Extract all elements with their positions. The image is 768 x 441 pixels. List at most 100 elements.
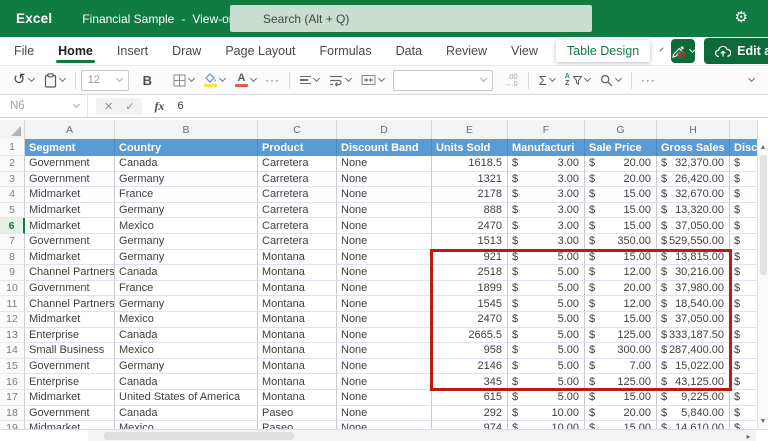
- cell[interactable]: None: [337, 218, 432, 234]
- cell[interactable]: $18,540.00: [657, 296, 730, 312]
- cell[interactable]: Enterprise: [25, 374, 115, 390]
- cell[interactable]: 1899: [432, 281, 508, 297]
- cell[interactable]: Midmarket: [25, 390, 115, 406]
- cell[interactable]: $15.00: [585, 218, 657, 234]
- cell[interactable]: None: [337, 296, 432, 312]
- cell[interactable]: $3.00: [508, 187, 585, 203]
- tab-table-design[interactable]: Table Design: [556, 40, 650, 62]
- cell[interactable]: $15.00: [585, 312, 657, 328]
- row-header-15[interactable]: 15: [0, 359, 25, 375]
- table-header-cell[interactable]: Product: [258, 139, 337, 156]
- cell[interactable]: $3.00: [508, 203, 585, 219]
- cell[interactable]: $15.00: [585, 187, 657, 203]
- cell[interactable]: $32,370.00: [657, 156, 730, 172]
- row-header-19[interactable]: 19: [0, 421, 25, 429]
- cell[interactable]: $5.00: [508, 390, 585, 406]
- cell[interactable]: $5.00: [508, 265, 585, 281]
- edit-a-copy-button[interactable]: Edit a copy: [704, 38, 768, 64]
- cell[interactable]: None: [337, 265, 432, 281]
- search-input[interactable]: [230, 5, 592, 32]
- column-header-B[interactable]: B: [115, 120, 258, 139]
- cell[interactable]: $: [730, 374, 758, 390]
- cell[interactable]: 2665.5: [432, 328, 508, 344]
- cell[interactable]: Carretera: [258, 203, 337, 219]
- column-header-C[interactable]: C: [258, 120, 337, 139]
- table-header-cell[interactable]: Segment: [25, 139, 115, 156]
- cell[interactable]: $: [730, 343, 758, 359]
- row-header-5[interactable]: 5: [0, 203, 25, 219]
- cell[interactable]: Carretera: [258, 172, 337, 188]
- cell[interactable]: Montana: [258, 343, 337, 359]
- cell[interactable]: Government: [25, 234, 115, 250]
- cell[interactable]: $: [730, 359, 758, 375]
- cell[interactable]: $5.00: [508, 359, 585, 375]
- cell[interactable]: None: [337, 328, 432, 344]
- cell[interactable]: 974: [432, 421, 508, 429]
- gear-icon[interactable]: ⚙: [735, 9, 748, 27]
- fx-icon[interactable]: fx: [154, 99, 164, 114]
- paste-button[interactable]: [39, 68, 70, 92]
- cell[interactable]: $37,980.00: [657, 281, 730, 297]
- cell[interactable]: $333,187.50: [657, 328, 730, 344]
- horizontal-scrollbar-track[interactable]: [88, 430, 756, 441]
- cell[interactable]: Montana: [258, 250, 337, 266]
- table-header-cell[interactable]: Country: [115, 139, 258, 156]
- cell[interactable]: Paseo: [258, 406, 337, 422]
- cell[interactable]: Government: [25, 156, 115, 172]
- column-header-partial[interactable]: [730, 120, 758, 139]
- cell[interactable]: Germany: [115, 172, 258, 188]
- cell[interactable]: None: [337, 172, 432, 188]
- cell[interactable]: $350.00: [585, 234, 657, 250]
- cell[interactable]: $37,050.00: [657, 312, 730, 328]
- cell[interactable]: $529,550.00: [657, 234, 730, 250]
- cell[interactable]: $: [730, 156, 758, 172]
- find-button[interactable]: [595, 68, 626, 92]
- cell[interactable]: $3.00: [508, 172, 585, 188]
- cell[interactable]: $13,815.00: [657, 250, 730, 266]
- table-header-cell[interactable]: Sale Price: [585, 139, 657, 156]
- cell[interactable]: $12.00: [585, 296, 657, 312]
- cell[interactable]: $15,022.00: [657, 359, 730, 375]
- cell[interactable]: 958: [432, 343, 508, 359]
- cell[interactable]: $300.00: [585, 343, 657, 359]
- cell[interactable]: $: [730, 296, 758, 312]
- row-header-4[interactable]: 4: [0, 187, 25, 203]
- cell[interactable]: Germany: [115, 203, 258, 219]
- cell[interactable]: $5.00: [508, 281, 585, 297]
- cell[interactable]: $: [730, 172, 758, 188]
- cell[interactable]: Carretera: [258, 234, 337, 250]
- cell[interactable]: Germany: [115, 359, 258, 375]
- cell[interactable]: None: [337, 343, 432, 359]
- cell[interactable]: 1513: [432, 234, 508, 250]
- cell[interactable]: Enterprise: [25, 328, 115, 344]
- cell[interactable]: Montana: [258, 374, 337, 390]
- cell[interactable]: Government: [25, 406, 115, 422]
- cell[interactable]: 2470: [432, 312, 508, 328]
- cell[interactable]: 615: [432, 390, 508, 406]
- cell[interactable]: $10.00: [508, 421, 585, 429]
- cell[interactable]: Midmarket: [25, 187, 115, 203]
- decrease-decimal-button[interactable]: .00→.0: [499, 68, 523, 92]
- cell[interactable]: Midmarket: [25, 421, 115, 429]
- row-header-2[interactable]: 2: [0, 156, 25, 172]
- column-header-D[interactable]: D: [337, 120, 432, 139]
- cell[interactable]: Mexico: [115, 343, 258, 359]
- cell[interactable]: None: [337, 359, 432, 375]
- table-header-cell[interactable]: Manufacturi: [508, 139, 585, 156]
- cell[interactable]: 2470: [432, 218, 508, 234]
- cell[interactable]: $13,320.00: [657, 203, 730, 219]
- cell[interactable]: Channel Partners: [25, 265, 115, 281]
- cell[interactable]: $: [730, 234, 758, 250]
- font-color-button[interactable]: A: [230, 68, 261, 92]
- row-header-11[interactable]: 11: [0, 296, 25, 312]
- tab-insert[interactable]: Insert: [105, 37, 160, 65]
- cell[interactable]: $43,125.00: [657, 374, 730, 390]
- cell[interactable]: $: [730, 281, 758, 297]
- cell[interactable]: 888: [432, 203, 508, 219]
- name-box[interactable]: N6: [0, 95, 88, 117]
- cell[interactable]: Mexico: [115, 312, 258, 328]
- cell[interactable]: $26,420.00: [657, 172, 730, 188]
- row-header-1[interactable]: 1: [0, 139, 25, 156]
- cell[interactable]: France: [115, 187, 258, 203]
- cell[interactable]: $287,400.00: [657, 343, 730, 359]
